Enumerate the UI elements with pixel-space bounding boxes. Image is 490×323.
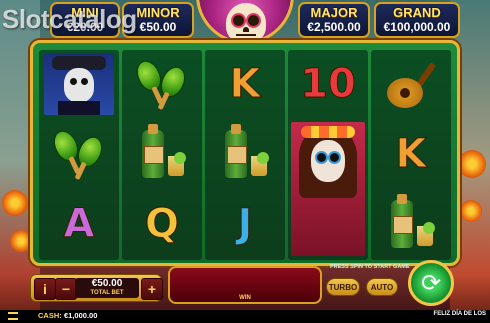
spin-button[interactable]: ⟳ (408, 260, 454, 306)
watermark: Slotcatalog (2, 4, 137, 34)
tequila-symbol (375, 192, 447, 256)
reel-4: 10 (288, 50, 368, 260)
jackpot-major-value: €2,500.00 (307, 20, 361, 34)
reel-2: Q (122, 50, 202, 260)
man-symbol (43, 52, 115, 116)
symbol-k: K (229, 61, 261, 108)
symbol-q: Q (144, 201, 179, 248)
win-panel: WIN (168, 266, 322, 304)
symbol-k: K (395, 131, 427, 178)
menu-icon[interactable] (8, 312, 18, 320)
symbol-j: J (237, 201, 253, 248)
bet-display: €50.00 TOTAL BET (75, 278, 139, 298)
jackpot-bar: MINI €20.00 MINOR €50.00 MAJOR €2,500.00… (0, 0, 490, 44)
guitar-symbol (375, 52, 447, 116)
spin-hint: PRESS SPIN TO START GAME (330, 264, 410, 270)
bet-increase-button[interactable]: + (141, 278, 163, 300)
turbo-button[interactable]: TURBO (326, 278, 360, 296)
maracas-symbol (126, 52, 198, 116)
cash-label: CASH: (38, 311, 62, 320)
reel-1: A (39, 50, 119, 260)
game-title: FELIZ DÍA DE LOS (433, 311, 486, 317)
reel-3: KJ (205, 50, 285, 260)
jackpot-major-label: MAJOR (310, 5, 358, 20)
marigold-decoration (10, 230, 32, 252)
maracas-symbol (43, 122, 115, 186)
tequila-symbol (209, 122, 281, 186)
skull-icon (226, 3, 266, 43)
info-button[interactable]: i (34, 278, 56, 300)
tequila-symbol (126, 122, 198, 186)
bet-value: €50.00 (91, 278, 123, 289)
bet-decrease-button[interactable]: − (55, 278, 77, 300)
skull-medallion (196, 0, 294, 44)
jackpot-grand-label: GRAND (393, 5, 441, 20)
jackpot-grand-value: €100,000.00 (383, 20, 451, 34)
marigold-decoration (460, 200, 482, 222)
symbol-10: 10 (300, 61, 357, 108)
woman-symbol (291, 122, 365, 256)
status-bar: CASH: €1,000.00 FELIZ DÍA DE LOS (0, 310, 490, 323)
jackpot-grand: GRAND €100,000.00 (374, 2, 460, 38)
marigold-decoration (2, 190, 28, 216)
reel-frame: A Q KJ 10 K (30, 40, 460, 266)
bet-panel: i − €50.00 TOTAL BET + (30, 274, 163, 302)
win-label: WIN (239, 295, 251, 301)
auto-button[interactable]: AUTO (366, 278, 398, 296)
marigold-decoration (458, 150, 486, 178)
reel-5: K (371, 50, 451, 260)
cash-value: €1,000.00 (64, 311, 98, 320)
symbol-a: A (63, 201, 95, 248)
bet-label: TOTAL BET (90, 290, 124, 296)
jackpot-major: MAJOR €2,500.00 (298, 2, 370, 38)
control-bar: i − €50.00 TOTAL BET + WIN PRESS SPIN TO… (0, 260, 490, 323)
